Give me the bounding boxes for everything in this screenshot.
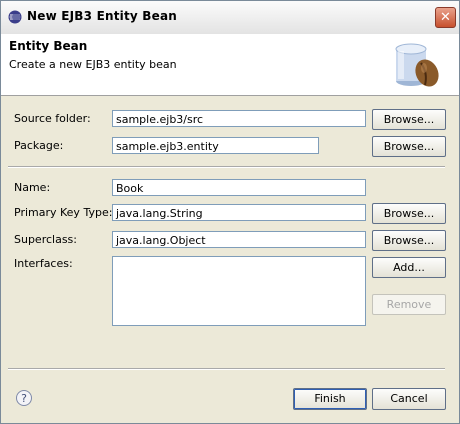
superclass-label: Superclass: xyxy=(14,233,77,246)
title-bar: New EJB3 Entity Bean ✕ xyxy=(1,1,459,35)
new-ejb3-entity-bean-dialog: New EJB3 Entity Bean ✕ Entity Bean Creat… xyxy=(0,0,460,424)
add-interface-button[interactable]: Add... xyxy=(372,257,446,278)
window-title: New EJB3 Entity Bean xyxy=(27,9,178,23)
name-field[interactable]: Book xyxy=(112,179,366,196)
interfaces-label: Interfaces: xyxy=(14,257,73,270)
package-browse-button[interactable]: Browse... xyxy=(372,136,446,157)
cancel-button[interactable]: Cancel xyxy=(372,388,446,410)
separator xyxy=(8,166,445,168)
entity-bean-icon xyxy=(395,43,439,87)
package-label: Package: xyxy=(14,139,64,152)
package-field[interactable]: sample.ejb3.entity xyxy=(112,137,319,154)
wizard-banner: Entity Bean Create a new EJB3 entity bea… xyxy=(1,34,459,96)
superclass-field[interactable]: java.lang.Object xyxy=(112,231,366,248)
footer-separator xyxy=(8,368,445,370)
finish-button[interactable]: Finish xyxy=(293,388,367,410)
remove-interface-button[interactable]: Remove xyxy=(372,294,446,315)
interfaces-list[interactable] xyxy=(112,256,366,326)
source-folder-browse-button[interactable]: Browse... xyxy=(372,109,446,130)
close-button[interactable]: ✕ xyxy=(435,7,456,28)
superclass-browse-button[interactable]: Browse... xyxy=(372,230,446,251)
primary-key-type-browse-button[interactable]: Browse... xyxy=(372,203,446,224)
source-folder-field[interactable]: sample.ejb3/src xyxy=(112,110,366,127)
help-icon[interactable]: ? xyxy=(16,390,32,406)
banner-description: Create a new EJB3 entity bean xyxy=(9,58,177,71)
primary-key-type-label: Primary Key Type: xyxy=(14,206,113,219)
eclipse-icon xyxy=(8,10,22,24)
banner-title: Entity Bean xyxy=(9,39,88,53)
primary-key-type-field[interactable]: java.lang.String xyxy=(112,204,366,221)
source-folder-label: Source folder: xyxy=(14,112,91,125)
name-label: Name: xyxy=(14,181,51,194)
